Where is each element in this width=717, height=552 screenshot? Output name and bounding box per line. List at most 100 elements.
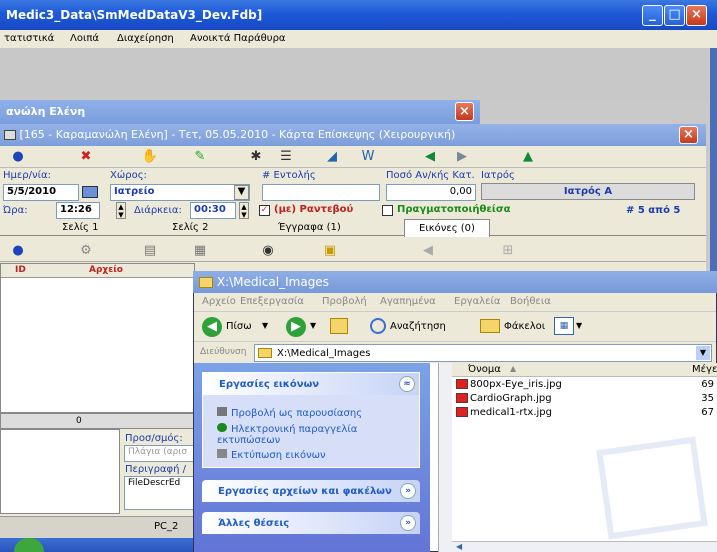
realized-checkbox[interactable] (382, 205, 393, 216)
file-size-2: 35 (701, 393, 714, 404)
record-counter: # 5 από 5 (626, 205, 681, 216)
arrow-up-icon[interactable]: ▲ (518, 149, 538, 164)
file-name-2: CardioGraph.jpg (470, 393, 552, 404)
address-dropdown-icon[interactable]: ▼ (696, 346, 710, 360)
info-icon[interactable]: ● (8, 149, 28, 164)
date-input[interactable]: 5/5/2010 (3, 184, 79, 201)
time-spinner[interactable]: ▲ ▼ (116, 202, 126, 219)
file-list[interactable]: Όνομα ▲ Μέγεθ 800px-Eye_iris.jpg 69 Card… (452, 363, 717, 541)
column-size[interactable]: Μέγεθ (692, 364, 717, 375)
order-input[interactable] (262, 184, 380, 201)
chart-icon[interactable]: ◢ (322, 149, 342, 164)
hand-icon[interactable]: ✋ (140, 149, 160, 164)
task-slideshow[interactable]: Προβολή ως παρουσίασης (217, 407, 362, 419)
close-button[interactable]: × (686, 5, 707, 26)
import-icon[interactable]: ▤ (140, 243, 160, 258)
card-window-close-button[interactable]: × (679, 126, 698, 144)
back-disabled-icon[interactable]: ◀ (418, 243, 438, 258)
file-row-3[interactable]: medical1-rtx.jpg 67 (456, 407, 716, 420)
explorer-menu-favorites[interactable]: Αγαπημένα (380, 296, 436, 307)
menu-item-open-windows[interactable]: Ανοικτά Παράθυρα (190, 33, 286, 44)
views-icon[interactable]: ▦ (554, 317, 574, 335)
collapse-icon[interactable]: ≈ (399, 376, 415, 392)
print-icon (217, 449, 227, 458)
doctor-field[interactable]: Ιατρός Α (481, 183, 695, 200)
desc-label: Περιγραφή / (125, 464, 186, 475)
tab-documents[interactable]: Έγγραφα (1) (278, 222, 341, 233)
preview-box (0, 429, 120, 514)
folders-label: Φάκελοι (504, 321, 546, 332)
images-toolbar: ● ⚙ ▤ ▦ ◉ ▣ ◀ ⊞ (0, 240, 706, 262)
menu-item-statistics[interactable]: τατιστικά (4, 33, 54, 44)
file-tasks-title: Εργασίες αρχείων και φακέλων (218, 486, 392, 497)
folders-button[interactable]: Φάκελοι (480, 316, 550, 338)
address-input[interactable]: X:\Medical_Images ▼ (254, 344, 712, 362)
minimize-button[interactable]: _ (642, 5, 663, 26)
view-icon[interactable]: ◉ (258, 243, 278, 258)
expand-icon-2[interactable]: » (400, 515, 416, 531)
watermark-picture-icon (596, 436, 708, 540)
file-tasks-header[interactable]: Εργασίες αρχείων και φακέλων » (202, 480, 420, 502)
task-order-prints-label: Ηλεκτρονική παραγγελία εκτυπώσεων (217, 424, 358, 446)
views-dropdown-icon[interactable]: ▼ (576, 321, 582, 330)
images-grid[interactable] (0, 263, 195, 413)
grid-icon[interactable]: ▦ (190, 243, 210, 258)
explorer-toolbar: ◀ Πίσω ▼ ▶ ▼ Αναζήτηση Φάκελοι ▦ ▼ (194, 311, 716, 341)
sub-input[interactable]: Πλάγια (αρισ (124, 445, 196, 462)
order-label: # Εντολής (262, 170, 316, 181)
column-name[interactable]: Όνομα (468, 364, 501, 375)
desc-input[interactable]: FileDescrEd (124, 476, 196, 510)
place-dropdown-button[interactable]: ▼ (234, 185, 249, 200)
time-label: Ώρα: (3, 205, 28, 216)
word-icon[interactable]: W (358, 149, 378, 164)
amount-input[interactable]: 0,00 (386, 184, 476, 201)
explorer-menu-file[interactable]: Αρχείο (202, 296, 236, 307)
maximize-button[interactable]: □ (664, 5, 685, 26)
arrow-right-icon[interactable]: ▶ (452, 149, 472, 164)
explorer-menu-tools[interactable]: Εργαλεία (454, 296, 500, 307)
forward-dropdown-icon[interactable]: ▼ (310, 321, 316, 330)
place-select[interactable]: Ιατρείο (110, 184, 250, 201)
tools-icon[interactable]: ✱ (246, 149, 266, 164)
main-menubar: τατιστικά Λοιπά Διαχείρηση Ανοικτά Παράθ… (0, 30, 717, 48)
task-print-images[interactable]: Εκτύπωση εικόνων (217, 449, 326, 461)
appointment-checkbox[interactable]: ✓ (259, 205, 270, 216)
search-label: Αναζήτηση (390, 321, 446, 332)
folder-add-icon[interactable]: ▣ (320, 243, 340, 258)
delete-icon[interactable]: ✖ (76, 149, 96, 164)
info-icon-2[interactable]: ● (8, 243, 28, 258)
other-places-header[interactable]: Άλλες θέσεις » (202, 512, 420, 534)
back-window-close-button[interactable]: × (455, 102, 474, 121)
image-icon[interactable]: ⊞ (498, 243, 518, 258)
search-icon (370, 318, 386, 334)
calendar-icon[interactable] (82, 186, 98, 198)
back-button[interactable]: ◀ Πίσω ▼ (202, 316, 276, 338)
explorer-menu-view[interactable]: Προβολή (322, 296, 367, 307)
explorer-menu-help[interactable]: Βοήθεια (510, 296, 551, 307)
tab-page2[interactable]: Σελίς 2 (172, 222, 208, 233)
up-folder-icon[interactable] (330, 318, 348, 334)
search-button[interactable]: Αναζήτηση (370, 316, 474, 338)
explorer-menu-edit[interactable]: Επεξεργασία (240, 296, 304, 307)
file-row-1[interactable]: 800px-Eye_iris.jpg 69 (456, 379, 716, 392)
back-dropdown-icon[interactable]: ▼ (262, 321, 268, 330)
list-icon[interactable]: ☰ (276, 149, 296, 164)
side-pane-scrollbar[interactable] (438, 363, 452, 552)
duration-spinner[interactable]: ▲ ▼ (239, 202, 249, 219)
duration-input[interactable]: 00:30 (190, 202, 236, 219)
tab-page1[interactable]: Σελίς 1 (62, 222, 98, 233)
arrow-left-icon[interactable]: ◀ (420, 149, 440, 164)
forward-arrow-icon[interactable]: ▶ (286, 317, 306, 337)
time-input[interactable]: 12:26 (56, 202, 100, 219)
expand-icon[interactable]: » (400, 483, 416, 499)
menu-item-management[interactable]: Διαχείρηση (117, 33, 174, 44)
file-row-2[interactable]: CardioGraph.jpg 35 (456, 393, 716, 406)
file-list-hscrollbar[interactable]: ◀ (452, 541, 717, 552)
tab-images[interactable]: Εικόνες (0) (404, 219, 490, 237)
task-order-prints[interactable]: Ηλεκτρονική παραγγελία εκτυπώσεων (217, 423, 407, 446)
edit-icon[interactable]: ✎ (190, 149, 210, 164)
file-name-3: medical1-rtx.jpg (470, 407, 552, 418)
image-tasks-header[interactable]: Εργασίες εικόνων ≈ (203, 373, 419, 395)
scan-icon[interactable]: ⚙ (76, 243, 96, 258)
menu-item-other[interactable]: Λοιπά (70, 33, 99, 44)
